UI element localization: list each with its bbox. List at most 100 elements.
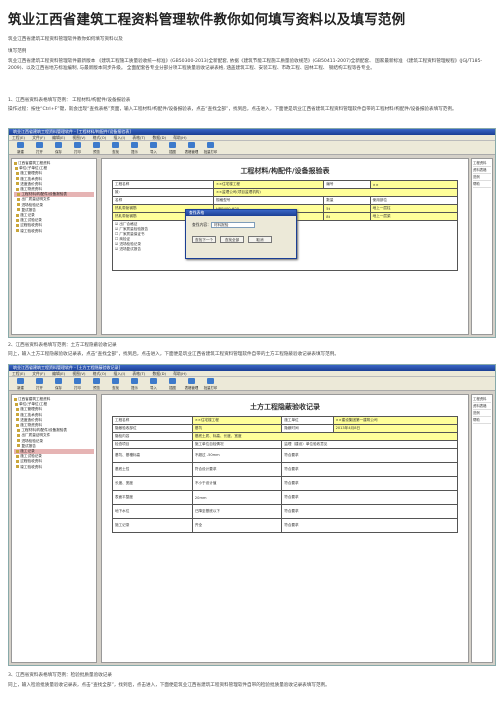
- side-item[interactable]: 工程资料: [473, 396, 491, 403]
- hint-button[interactable]: 提示: [126, 378, 143, 390]
- hint-button[interactable]: 提示: [126, 142, 143, 154]
- cell[interactable]: ××监理公司(项目监理机构): [213, 188, 458, 197]
- find-dialog: 查找表格 查找内容： 材料报验 查找下一个 查找全部 取消: [185, 209, 297, 259]
- menu-item[interactable]: 帮助(H): [173, 371, 186, 376]
- tree-panel[interactable]: 江西省建筑工程资料 单位(子单位)工程 施工管理资料 施工技术资料 进度造价资料…: [11, 158, 97, 335]
- new-button[interactable]: 新建: [12, 378, 29, 390]
- save-button[interactable]: 保存: [50, 142, 67, 154]
- preview-button[interactable]: 预览: [88, 378, 105, 390]
- section-heading: 填写范例: [8, 49, 27, 54]
- tree-item[interactable]: 竣工验收资料: [14, 229, 94, 234]
- import-button[interactable]: 导入: [145, 142, 162, 154]
- menu-item[interactable]: 格式(O): [93, 371, 107, 376]
- batch-print-icon: [207, 378, 214, 384]
- side-item[interactable]: 帮助: [473, 417, 491, 424]
- print-icon: [74, 378, 81, 384]
- form-table: 工程名称 ××住宅楼工程 施工单位 ××建设集团第一建筑公司 隐蔽验收部位 基坑 隐蔽时间…: [112, 416, 459, 533]
- menu-item[interactable]: 表格(T): [132, 371, 145, 376]
- open-button[interactable]: 打开: [31, 142, 48, 154]
- step2-body: 同上，输入土方工程隐蔽验收记录表，点击“查找全部”，找到后，点击进入，下面便是筑…: [8, 352, 339, 357]
- side-item[interactable]: 范例: [473, 410, 491, 417]
- open-button[interactable]: 打开: [31, 378, 48, 390]
- save-button[interactable]: 保存: [50, 378, 67, 390]
- open-icon: [36, 142, 43, 148]
- menu-item[interactable]: 帮助(H): [173, 135, 186, 140]
- side-item[interactable]: 工程资料: [473, 160, 491, 167]
- find-icon: [112, 142, 119, 148]
- menu-item[interactable]: 文件(F): [32, 371, 45, 376]
- new-button[interactable]: 新建: [12, 142, 29, 154]
- image-icon: [169, 378, 176, 384]
- import-icon: [150, 142, 157, 148]
- menu-item[interactable]: 编辑(E): [52, 371, 65, 376]
- side-panel: 工程资料 资料表格 范例 帮助: [471, 158, 493, 335]
- image-icon: [169, 142, 176, 148]
- menu-item[interactable]: 工程(E): [12, 371, 25, 376]
- hint-icon: [131, 142, 138, 148]
- step1-body: 操作过程：按住“Ctrl+F”键，就会出现“查找表格”页面，输入工程材料/构配件…: [8, 107, 457, 112]
- cell[interactable]: ××住宅楼工程: [213, 180, 325, 189]
- menu-item[interactable]: 数据(D): [153, 135, 166, 140]
- tree-item[interactable]: 竣工验收资料: [14, 465, 94, 470]
- save-icon: [55, 142, 62, 148]
- import-icon: [150, 378, 157, 384]
- batch-print-icon: [207, 142, 214, 148]
- find-button[interactable]: 查找: [107, 142, 124, 154]
- article-title: 筑业江西省建筑工程资料管理软件教你如何填写资料以及填写范例: [8, 12, 406, 28]
- preview-button[interactable]: 预览: [88, 142, 105, 154]
- menu-item[interactable]: 视图(V): [72, 135, 85, 140]
- cancel-button[interactable]: 取消: [248, 236, 272, 243]
- table-icon: [188, 378, 195, 384]
- table-icon: [188, 142, 195, 148]
- batch-print-button[interactable]: 批量打印: [202, 378, 219, 390]
- step1-heading: 1、江西省资料表格填写范例： 工程材料/构配件/设备报验表: [8, 98, 131, 103]
- table-manage-button[interactable]: 表格管理: [183, 142, 200, 154]
- side-item[interactable]: 范例: [473, 174, 491, 181]
- print-button[interactable]: 打印: [69, 142, 86, 154]
- print-icon: [74, 142, 81, 148]
- print-button[interactable]: 打印: [69, 378, 86, 390]
- menu-item[interactable]: 数据(D): [153, 371, 166, 376]
- find-next-button[interactable]: 查找下一个: [192, 236, 216, 243]
- find-icon: [112, 378, 119, 384]
- menu-item[interactable]: 格式(O): [93, 135, 107, 140]
- side-item[interactable]: 资料表格: [473, 167, 491, 174]
- tree-panel[interactable]: 江西省建筑工程资料 单位(子单位)工程 施工管理资料 施工技术资料 进度造价资料…: [11, 394, 97, 663]
- cell[interactable]: ××: [369, 180, 459, 189]
- table-manage-button[interactable]: 表格管理: [183, 378, 200, 390]
- side-panel: 工程资料 资料表格 范例 帮助: [471, 394, 493, 663]
- menu-item[interactable]: 编辑(E): [52, 135, 65, 140]
- form-title: 土方工程隐蔽验收记录: [250, 403, 320, 411]
- step3-heading: 3、江西省资料表格填写范例：检验批质量验收记录: [8, 673, 112, 678]
- step2-heading: 2、江西省资料表格填写范例：土方工程隐蔽验收记录: [8, 343, 117, 348]
- step3-body: 同上，输入检验批质量验收记录表，点击“查找全部”，找到后，点击进入，下面便是筑业…: [8, 683, 330, 688]
- menu-item[interactable]: 插入(I): [113, 371, 125, 376]
- menu-item[interactable]: 插入(I): [113, 135, 125, 140]
- form-title: 工程材料/构配件/设备报验表: [240, 167, 330, 175]
- toolbar: 新建 打开 保存 打印 预览 查找 提示 导入 插图 表格管理 批量打印: [9, 377, 495, 391]
- article-subtitle: 筑业江西省建筑工程资料管理软件教你如何填写资料以及: [8, 37, 123, 42]
- side-item[interactable]: 帮助: [473, 181, 491, 188]
- menu-item[interactable]: 文件(F): [32, 135, 45, 140]
- preview-icon: [93, 142, 100, 148]
- side-item[interactable]: 资料表格: [473, 403, 491, 410]
- save-icon: [55, 378, 62, 384]
- dialog-label: 查找内容：: [192, 222, 211, 227]
- form-document[interactable]: 土方工程隐蔽验收记录 工程名称 ××住宅楼工程 施工单位 ××建设集团第一建筑公司 隐…: [101, 394, 469, 663]
- hint-icon: [131, 378, 138, 384]
- preview-icon: [93, 378, 100, 384]
- menu-item[interactable]: 视图(V): [72, 371, 85, 376]
- find-all-button[interactable]: 查找全部: [220, 236, 244, 243]
- insert-image-button[interactable]: 插图: [164, 378, 181, 390]
- screenshot-material-form: 筑业江西省建筑工程资料管理软件 - [工程材料/构配件/设备报验表] 工程(E)…: [8, 128, 496, 338]
- menu-item[interactable]: 表格(T): [132, 135, 145, 140]
- insert-image-button[interactable]: 插图: [164, 142, 181, 154]
- find-input[interactable]: 材料报验: [210, 222, 255, 228]
- find-button[interactable]: 查找: [107, 378, 124, 390]
- new-icon: [17, 142, 24, 148]
- new-icon: [17, 378, 24, 384]
- menu-item[interactable]: 工程(E): [12, 135, 25, 140]
- batch-print-button[interactable]: 批量打印: [202, 142, 219, 154]
- open-icon: [36, 378, 43, 384]
- import-button[interactable]: 导入: [145, 378, 162, 390]
